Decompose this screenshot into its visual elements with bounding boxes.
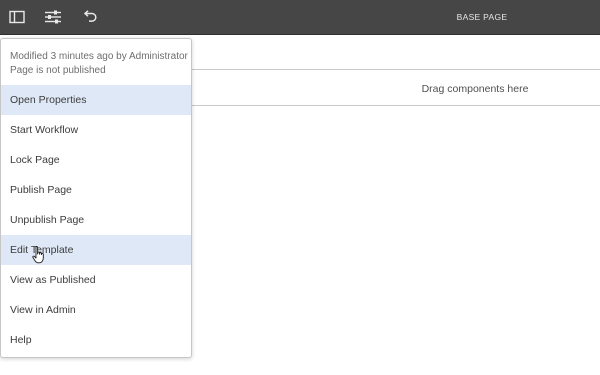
menu-item-view-in-admin[interactable]: View in Admin bbox=[1, 295, 191, 325]
page-information-popover: Modified 3 minutes ago by Administrator … bbox=[0, 38, 192, 358]
page-actions-menu: Open Properties Start Workflow Lock Page… bbox=[1, 85, 191, 355]
sidebar-toggle-icon[interactable] bbox=[7, 7, 27, 27]
menu-item-open-properties[interactable]: Open Properties bbox=[1, 85, 191, 115]
modified-info: Modified 3 minutes ago by Administrator bbox=[10, 51, 188, 62]
menu-item-help[interactable]: Help bbox=[1, 325, 191, 355]
menu-item-lock-page[interactable]: Lock Page bbox=[1, 145, 191, 175]
page-properties-sliders-icon[interactable] bbox=[43, 7, 63, 27]
menu-item-start-workflow[interactable]: Start Workflow bbox=[1, 115, 191, 145]
page-meta: Modified 3 minutes ago by Administrator … bbox=[10, 50, 188, 78]
dropzone-placeholder[interactable]: Drag components here bbox=[350, 80, 600, 98]
publish-status: Page is not published bbox=[10, 65, 106, 76]
editor-toolbar: BASE PAGE bbox=[0, 0, 600, 35]
menu-item-view-as-published[interactable]: View as Published bbox=[1, 265, 191, 295]
menu-item-edit-template[interactable]: Edit Template bbox=[1, 235, 191, 265]
undo-icon[interactable] bbox=[80, 7, 100, 27]
menu-item-publish-page[interactable]: Publish Page bbox=[1, 175, 191, 205]
menu-item-unpublish-page[interactable]: Unpublish Page bbox=[1, 205, 191, 235]
page-title: BASE PAGE bbox=[456, 12, 508, 22]
